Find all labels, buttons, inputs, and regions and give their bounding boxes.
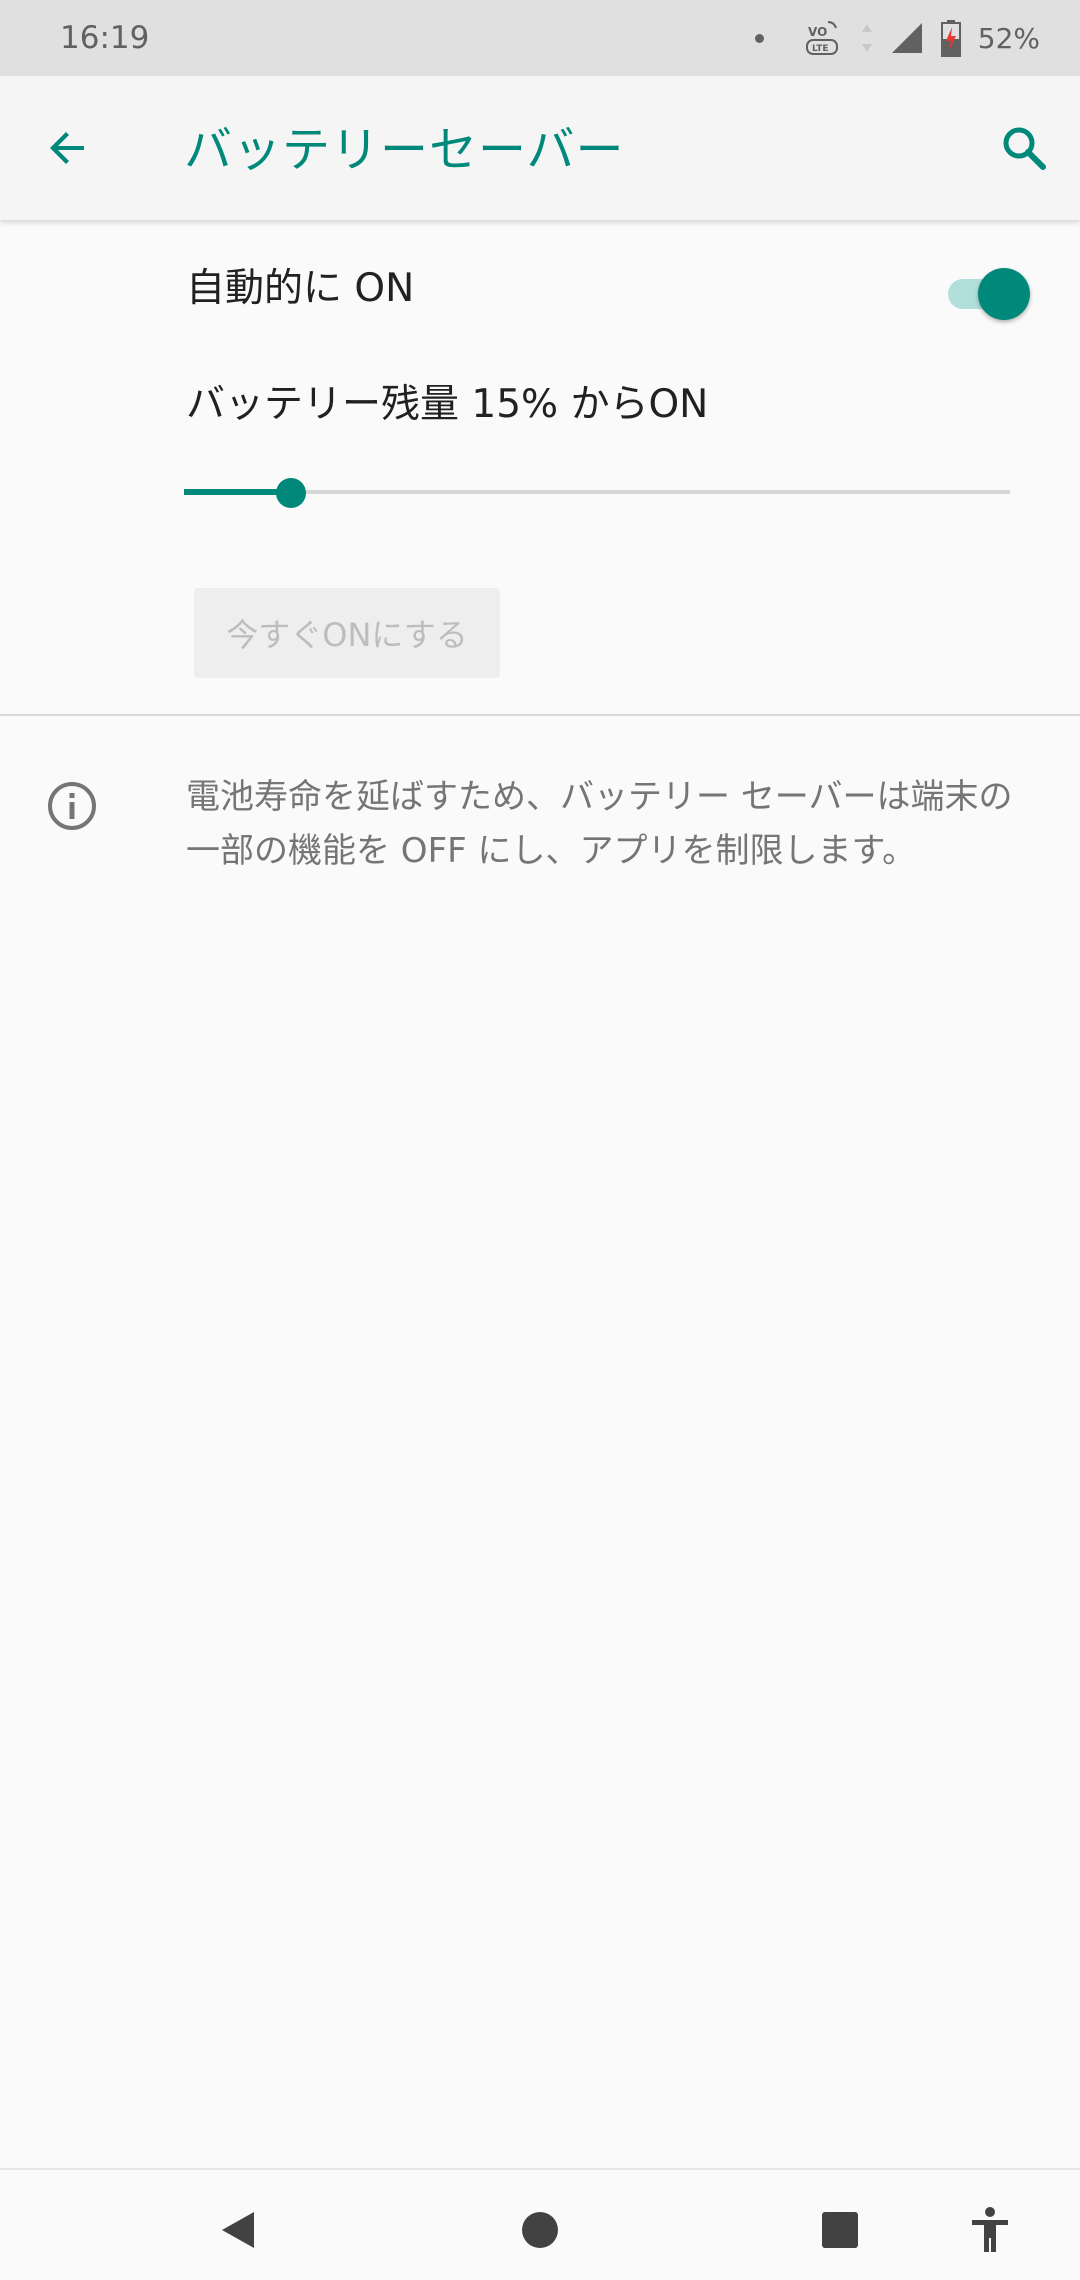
back-button[interactable] [36,116,100,180]
threshold-slider[interactable] [184,468,1010,518]
signal-icon [891,23,922,53]
info-description: 電池寿命を延ばすため、バッテリー セーバーは端末の一部の機能を OFF にし、ア… [186,777,1013,871]
battery-saver-screen: 16:19 VO LTE 52% バッテリーセーバー 自動的に ON バッテリー… [0,0,1080,2280]
nav-back-button[interactable] [198,2190,278,2270]
divider [0,714,1080,716]
accessibility-icon [972,2207,1008,2252]
search-button[interactable] [990,114,1058,182]
slider-rail [184,490,1010,494]
nav-recents-icon [822,2212,858,2248]
nav-home-icon [522,2212,558,2248]
status-icons: VO LTE 52% [754,14,1040,62]
data-arrows-icon [861,24,872,52]
turn-on-now-button[interactable]: 今すぐONにする [194,588,500,678]
accessibility-button[interactable] [950,2190,1030,2270]
status-time: 16:19 [60,20,150,56]
threshold-label: バッテリー残量 15% からON [186,382,709,427]
svg-text:VO: VO [808,25,827,39]
volte-icon: VO LTE [805,21,838,55]
svg-text:LTE: LTE [812,44,829,54]
nav-back-icon [222,2212,254,2248]
slider-fill [184,489,291,495]
arrow-back-icon [50,132,84,164]
page-title: バッテリーセーバー [184,122,625,178]
auto-on-toggle[interactable] [944,262,1034,320]
auto-on-row[interactable]: 自動的に ON [0,222,1080,356]
notification-dot-icon [754,33,764,43]
battery-charging-icon [940,20,961,57]
navigation-bar [0,2168,1080,2280]
auto-on-label: 自動的に ON [186,266,415,311]
status-bar: 16:19 VO LTE 52% [0,0,1080,76]
battery-percent: 52% [977,21,1040,55]
nav-home-button[interactable] [500,2190,580,2270]
nav-recents-button[interactable] [800,2190,880,2270]
info-icon [48,782,96,830]
app-bar: バッテリーセーバー [0,76,1080,220]
toggle-thumb [978,268,1030,320]
slider-thumb[interactable] [276,478,306,508]
search-icon [1003,127,1046,170]
